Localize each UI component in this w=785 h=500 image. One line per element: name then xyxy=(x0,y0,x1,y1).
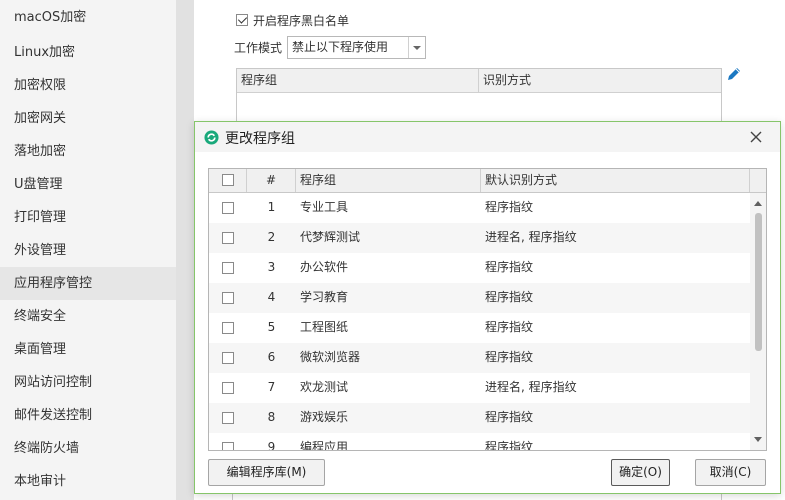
scroll-up-icon[interactable] xyxy=(754,201,762,206)
row-default-method: 程序指纹 xyxy=(485,320,534,334)
blacklist-toggle[interactable]: 开启程序黑白名单 xyxy=(236,12,349,28)
row-default-method: 程序指纹 xyxy=(485,290,534,304)
edit-program-library-button[interactable]: 编辑程序库(M) xyxy=(208,459,325,486)
row-number: 3 xyxy=(267,260,276,274)
work-mode-select[interactable]: 禁止以下程序使用 xyxy=(287,36,426,59)
sidebar-item-endpoint-security[interactable]: 终端安全 xyxy=(0,300,176,333)
row-number: 1 xyxy=(267,200,276,214)
row-default-method: 程序指纹 xyxy=(485,260,534,274)
chevron-down-icon[interactable] xyxy=(408,37,425,58)
work-mode-label: 工作模式 xyxy=(234,41,283,55)
row-checkbox[interactable] xyxy=(222,412,234,424)
row-default-method: 程序指纹 xyxy=(485,410,534,424)
row-checkbox[interactable] xyxy=(222,322,234,334)
row-program-group: 游戏娱乐 xyxy=(300,410,349,424)
row-default-method: 进程名, 程序指纹 xyxy=(485,380,577,394)
cancel-button[interactable]: 取消(C) xyxy=(695,459,766,486)
row-number: 7 xyxy=(267,380,276,394)
blacklist-checkbox[interactable] xyxy=(236,14,248,26)
table-row[interactable]: 4 学习教育 程序指纹 xyxy=(209,283,750,313)
sidebar-divider xyxy=(176,0,194,500)
row-program-group: 编程应用 xyxy=(300,440,349,451)
row-default-method: 进程名, 程序指纹 xyxy=(485,230,577,244)
row-checkbox[interactable] xyxy=(222,382,234,394)
row-program-group: 办公软件 xyxy=(300,260,349,274)
row-default-method: 程序指纹 xyxy=(485,440,534,451)
table-row[interactable]: 8 游戏娱乐 程序指纹 xyxy=(209,403,750,433)
sidebar-item-endpoint-firewall[interactable]: 终端防火墙 xyxy=(0,432,176,465)
sidebar-item-local-audit[interactable]: 本地审计 xyxy=(0,465,176,498)
row-number: 6 xyxy=(267,350,276,364)
column-header-default-method[interactable]: 默认识别方式 xyxy=(481,169,750,192)
select-all-cell xyxy=(209,169,247,192)
select-all-checkbox[interactable] xyxy=(222,174,234,186)
row-checkbox[interactable] xyxy=(222,232,234,244)
grid-header: # 程序组 默认识别方式 xyxy=(209,169,766,193)
column-header-program-group[interactable]: 程序组 xyxy=(296,169,481,192)
row-default-method: 程序指纹 xyxy=(485,200,534,214)
row-checkbox[interactable] xyxy=(222,352,234,364)
ok-button[interactable]: 确定(O) xyxy=(611,459,670,486)
row-checkbox[interactable] xyxy=(222,202,234,214)
pencil-icon[interactable] xyxy=(726,66,742,82)
dialog-title: 更改程序组 xyxy=(225,131,295,147)
program-group-grid: # 程序组 默认识别方式 1 专业工具 程序指纹 2 代梦辉测试 进程名, 程序指纹 3 办公… xyxy=(208,168,767,451)
row-program-group: 微软浏览器 xyxy=(300,350,361,364)
scroll-down-icon[interactable] xyxy=(754,437,762,442)
table-row[interactable]: 6 微软浏览器 程序指纹 xyxy=(209,343,750,373)
dialog-titlebar: 更改程序组 xyxy=(195,122,780,152)
table-row[interactable]: 5 工程图纸 程序指纹 xyxy=(209,313,750,343)
row-program-group: 专业工具 xyxy=(300,200,349,214)
row-program-group: 学习教育 xyxy=(300,290,349,304)
row-number: 5 xyxy=(267,320,276,334)
sidebar-item-encryption-permissions[interactable]: 加密权限 xyxy=(0,69,176,102)
sidebar-item-landing-encryption[interactable]: 落地加密 xyxy=(0,135,176,168)
row-number: 2 xyxy=(267,230,276,244)
row-program-group: 代梦辉测试 xyxy=(300,230,361,244)
vertical-scrollbar[interactable] xyxy=(750,193,766,450)
sidebar-item-peripheral-management[interactable]: 外设管理 xyxy=(0,234,176,267)
app-logo-icon xyxy=(204,130,219,145)
table-row[interactable]: 7 欢龙测试 进程名, 程序指纹 xyxy=(209,373,750,403)
sidebar-item-print-management[interactable]: 打印管理 xyxy=(0,201,176,234)
sidebar-item-macos-encryption[interactable]: macOS加密 xyxy=(0,0,176,36)
work-mode-value: 禁止以下程序使用 xyxy=(292,40,389,54)
row-program-group: 工程图纸 xyxy=(300,320,349,334)
sidebar: macOS加密 Linux加密 加密权限 加密网关 落地加密 U盘管理 打印管理… xyxy=(0,0,176,500)
row-checkbox[interactable] xyxy=(222,442,234,450)
row-program-group: 欢龙测试 xyxy=(300,380,349,394)
blacklist-label: 开启程序黑白名单 xyxy=(253,13,350,28)
change-program-group-dialog: 更改程序组 # 程序组 默认识别方式 1 专业工具 程序指纹 2 代梦辉测试 进程名, 程… xyxy=(194,121,781,494)
table-row[interactable]: 2 代梦辉测试 进程名, 程序指纹 xyxy=(209,223,750,253)
sidebar-item-app-control[interactable]: 应用程序管控 xyxy=(0,267,176,300)
column-header-number[interactable]: # xyxy=(247,169,296,192)
sidebar-item-linux-encryption[interactable]: Linux加密 xyxy=(0,36,176,69)
row-number: 8 xyxy=(267,410,276,424)
column-header-identify-method[interactable]: 识别方式 xyxy=(479,69,531,92)
program-group-table-header: 程序组 识别方式 xyxy=(237,69,721,93)
program-group-table: 程序组 识别方式 xyxy=(236,68,722,128)
row-number: 4 xyxy=(267,290,276,304)
column-header-program-group[interactable]: 程序组 xyxy=(237,69,479,92)
table-row[interactable]: 1 专业工具 程序指纹 xyxy=(209,193,750,223)
close-icon[interactable] xyxy=(748,129,764,145)
sidebar-item-encryption-gateway[interactable]: 加密网关 xyxy=(0,102,176,135)
scroll-thumb[interactable] xyxy=(755,213,762,351)
table-row[interactable]: 3 办公软件 程序指纹 xyxy=(209,253,750,283)
row-checkbox[interactable] xyxy=(222,262,234,274)
sidebar-item-email-send-control[interactable]: 邮件发送控制 xyxy=(0,399,176,432)
sidebar-item-usb-management[interactable]: U盘管理 xyxy=(0,168,176,201)
table-row[interactable]: 9 编程应用 程序指纹 xyxy=(209,433,750,451)
row-number: 9 xyxy=(267,440,276,451)
sidebar-item-website-access-control[interactable]: 网站访问控制 xyxy=(0,366,176,399)
row-default-method: 程序指纹 xyxy=(485,350,534,364)
sidebar-item-desktop-management[interactable]: 桌面管理 xyxy=(0,333,176,366)
row-checkbox[interactable] xyxy=(222,292,234,304)
